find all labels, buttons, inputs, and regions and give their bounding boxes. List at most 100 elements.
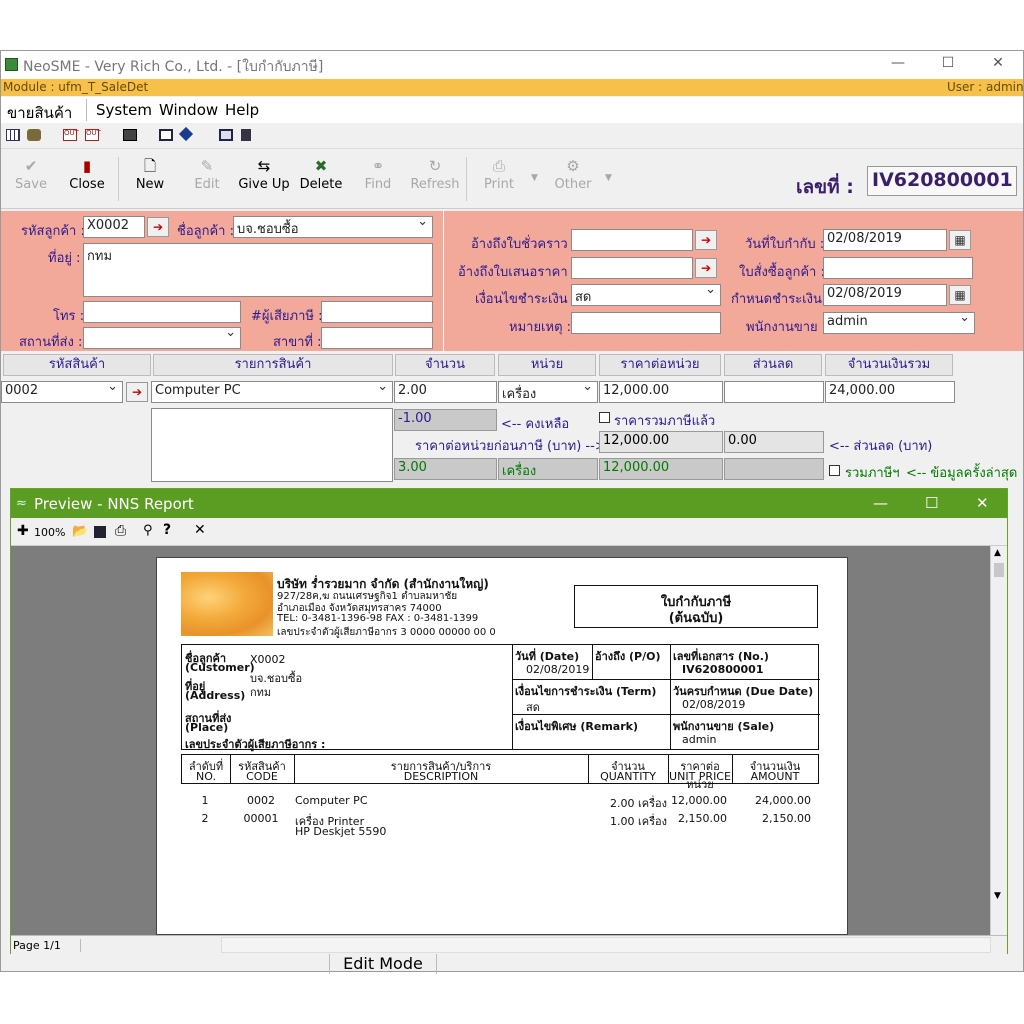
close-icon[interactable]: ✕ [976, 494, 989, 512]
po-field[interactable] [823, 257, 973, 279]
vat-checkbox[interactable] [829, 465, 840, 476]
edit-button[interactable]: ✎ Edit [181, 155, 233, 203]
address-field[interactable]: กทม [83, 243, 433, 297]
vertical-scrollbar[interactable]: ▲ ▼ [990, 546, 1007, 935]
taxid-field[interactable] [321, 301, 433, 323]
tag-icon[interactable] [178, 126, 194, 142]
out-doc-icon[interactable]: OUT [63, 129, 79, 141]
report-po-label: อ้างถึง (P/O) [595, 650, 661, 663]
branch-field[interactable] [321, 327, 433, 349]
item-qty: 1.00 เครื่อง [610, 815, 667, 828]
users-icon[interactable] [27, 129, 41, 141]
customer-pick-icon[interactable]: ➔ [147, 217, 169, 237]
ref-quote-label: อ้างถึงใบเสนอราคา : [458, 265, 577, 280]
preview-window: ≈ Preview - NNS Report — ☐ ✕ ✚ 100% 📂 ⎙ … [10, 488, 1008, 954]
grid-price-field[interactable]: 12,000.00 [599, 381, 723, 403]
menu-sale[interactable]: ขายสินค้า [7, 101, 72, 125]
pre-tax-discount: 0.00 [724, 431, 824, 453]
menu-window[interactable]: Window [159, 101, 218, 119]
zoom-level[interactable]: 100% [34, 526, 65, 539]
item-amount: 24,000.00 [755, 794, 811, 807]
grid-header-code: รหัสสินค้า [3, 354, 151, 376]
print-button[interactable]: ⎙ Print [473, 155, 525, 203]
save-button[interactable]: ✔ Save [5, 155, 57, 203]
toolbar-divider [118, 157, 119, 201]
invoice-date-field[interactable]: 02/08/2019 [823, 229, 947, 251]
item-note-field[interactable] [151, 408, 393, 482]
delete-button[interactable]: ✖ Delete [295, 155, 347, 203]
customer-name-select[interactable]: บจ.ชอบซื้อ [233, 214, 433, 238]
copy-icon[interactable] [123, 129, 137, 141]
ref-temp-pick-icon[interactable]: ➔ [695, 230, 717, 250]
sale-label: พนักงานขาย : [746, 320, 827, 335]
close-icon[interactable]: ✕ [983, 55, 1013, 75]
ref-temp-field[interactable] [571, 229, 693, 251]
close-preview-icon[interactable]: ✕ [194, 522, 206, 538]
col-amount-en: AMOUNT [750, 770, 800, 783]
printer-small-icon[interactable] [241, 129, 251, 141]
report-remark-label: เงื่อนไขพิเศษ (Remark) [515, 720, 638, 733]
menu-system[interactable]: System [96, 101, 152, 119]
calendar-icon[interactable]: ▦ [949, 285, 971, 305]
scroll-down-icon[interactable]: ▼ [994, 891, 1001, 901]
customer-code-label: รหัสลูกค้า : [21, 224, 85, 239]
maximize-icon[interactable]: ☐ [933, 55, 963, 75]
find-button[interactable]: ⚭ Find [352, 155, 404, 203]
edit-mode-status: Edit Mode [329, 954, 437, 974]
item-code: 00001 [243, 812, 279, 825]
scroll-thumb[interactable] [994, 563, 1004, 577]
customer-code-field[interactable]: X0002 [83, 216, 145, 238]
printer-icon[interactable]: ⎙ [115, 523, 126, 539]
give-up-button[interactable]: ⇆ Give Up [238, 155, 290, 203]
report-no: IV620800001 [682, 663, 764, 676]
preview-status-bar: Page 1/1 [11, 935, 1007, 954]
menu-help[interactable]: Help [225, 101, 259, 119]
help-icon[interactable]: ? [163, 522, 171, 538]
grid-icon[interactable] [6, 129, 20, 141]
new-button[interactable]: 🗋 New [124, 155, 176, 203]
grid-unit-select[interactable]: เครื่อง [498, 379, 598, 403]
ref-quote-pick-icon[interactable]: ➔ [695, 258, 717, 278]
other-dropdown-icon[interactable]: ▼ [605, 173, 612, 183]
print-dropdown-icon[interactable]: ▼ [531, 173, 538, 183]
vat-included-checkbox[interactable] [599, 412, 610, 423]
term-select[interactable]: สด [571, 282, 721, 306]
due-date-field[interactable]: 02/08/2019 [823, 284, 947, 306]
module-name: Module : ufm_T_SaleDet [3, 80, 149, 94]
taxid-label: #ผู้เสียภาษี : [251, 309, 323, 324]
grid-amount-field[interactable]: 24,000.00 [825, 381, 955, 403]
report-address-label-en: (Address) [185, 689, 246, 702]
scroll-up-icon[interactable]: ▲ [994, 548, 1001, 558]
grid-desc-select[interactable]: Computer PC [151, 379, 393, 403]
report-app-icon: ≈ [16, 496, 27, 511]
phone-field[interactable] [83, 301, 241, 323]
calendar-icon[interactable] [219, 129, 233, 141]
grid-header-discount: ส่วนลด [724, 354, 822, 376]
grid-code-select[interactable]: 0002 [1, 379, 123, 403]
product-pick-icon[interactable]: ➔ [126, 382, 148, 402]
other-button[interactable]: ⚙ Other [547, 155, 599, 203]
refresh-icon: ↻ [428, 157, 442, 175]
grid-header-amount: จำนวนเงินรวม [825, 354, 953, 376]
close-button[interactable]: ▮ Close [61, 155, 113, 203]
grid-discount-field[interactable] [724, 381, 824, 403]
maximize-icon[interactable]: ☐ [925, 494, 938, 512]
remark-field[interactable] [571, 312, 721, 334]
minimize-icon[interactable]: — [873, 494, 888, 512]
zoom-icon[interactable]: ✚ [17, 523, 29, 539]
list-icon[interactable] [159, 129, 173, 141]
ref-quote-field[interactable] [571, 257, 693, 279]
save-icon[interactable] [94, 526, 106, 538]
minimize-icon[interactable]: — [883, 55, 913, 75]
grid-qty-field[interactable]: 2.00 [394, 381, 497, 403]
sale-select[interactable]: admin [823, 310, 975, 334]
calendar-icon[interactable]: ▦ [949, 230, 971, 250]
horizontal-scrollbar[interactable] [221, 937, 991, 953]
refresh-button[interactable]: ↻ Refresh [409, 155, 461, 203]
company-tel: TEL: 0-3481-1396-98 FAX : 0-3481-1399 [277, 613, 479, 624]
place-select[interactable] [83, 325, 241, 349]
out-doc2-icon[interactable]: OUT [85, 129, 101, 141]
open-icon[interactable]: 📂 [72, 524, 88, 539]
find-icon[interactable]: ⚲ [143, 523, 153, 538]
menu-bar: ขายสินค้า System Window Help [1, 97, 1023, 123]
